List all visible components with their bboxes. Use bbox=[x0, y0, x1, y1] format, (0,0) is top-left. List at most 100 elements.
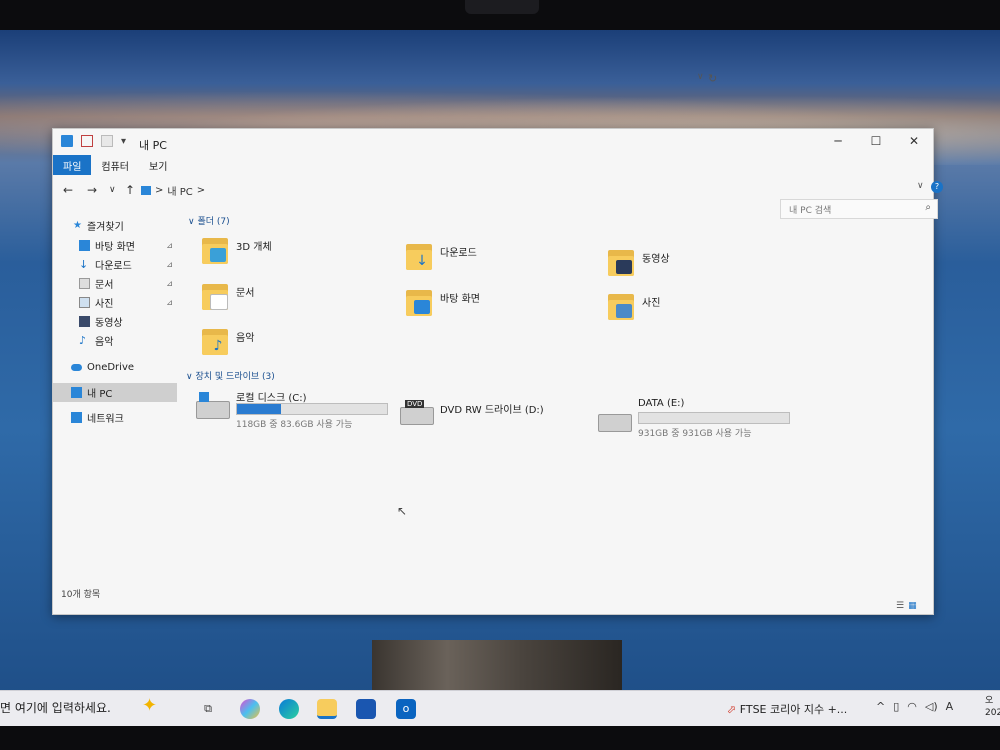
sidebar-label: 음악 bbox=[95, 337, 114, 348]
folder-3d-objects[interactable]: 3D 개체 bbox=[202, 236, 272, 264]
cloud-icon bbox=[71, 364, 82, 371]
large-icons-view-icon[interactable]: ▦ bbox=[908, 601, 917, 611]
refresh-button[interactable]: ↻ bbox=[708, 72, 717, 85]
window-title: 내 PC bbox=[139, 139, 167, 152]
desktop-icon bbox=[79, 240, 90, 251]
sidebar-item-downloads[interactable]: ↓ 다운로드 ⊿ bbox=[79, 255, 179, 274]
folder-downloads[interactable]: ↓ 다운로드 bbox=[406, 242, 477, 270]
tray-chevron-icon[interactable]: ^ bbox=[876, 700, 885, 713]
drive-usage-bar bbox=[236, 403, 388, 415]
sidebar-item-quick-access[interactable]: ★ 즐겨찾기 bbox=[73, 216, 197, 235]
edge-browser-icon[interactable] bbox=[279, 699, 299, 719]
sidebar-label: 동영상 bbox=[95, 318, 123, 329]
clock[interactable]: 오 2025 bbox=[985, 695, 1000, 719]
monitor-bezel-bottom bbox=[0, 726, 1000, 750]
pin-icon: ⊿ bbox=[166, 279, 173, 288]
desktop-folder-icon bbox=[406, 288, 432, 316]
recent-locations-button[interactable]: ∨ bbox=[109, 185, 116, 195]
status-item-count: 10개 항목 bbox=[61, 590, 101, 600]
sidebar-item-pictures[interactable]: 사진 ⊿ bbox=[79, 293, 179, 312]
tab-computer[interactable]: 컴퓨터 bbox=[91, 155, 139, 175]
taskbar-search-box[interactable]: 면 여기에 입력하세요. bbox=[0, 699, 111, 716]
tab-view[interactable]: 보기 bbox=[139, 155, 177, 175]
hard-drive-icon bbox=[598, 414, 632, 432]
sidebar-label: 네트워크 bbox=[87, 414, 124, 425]
forward-button[interactable]: → bbox=[87, 183, 97, 197]
downloads-folder-icon: ↓ bbox=[406, 242, 432, 270]
folders-group-header[interactable]: ∨ 폴더 (7) bbox=[188, 214, 230, 227]
pin-icon: ⊿ bbox=[166, 298, 173, 307]
close-button[interactable]: ✕ bbox=[895, 129, 933, 153]
pin-icon: ⊿ bbox=[166, 260, 173, 269]
sidebar-item-this-pc[interactable]: 내 PC bbox=[53, 383, 177, 402]
dvd-drive-icon: DVD bbox=[400, 400, 434, 425]
documents-folder-icon bbox=[202, 282, 228, 310]
outlook-icon[interactable]: o bbox=[396, 699, 416, 719]
window-controls: ─ ☐ ✕ bbox=[819, 129, 933, 153]
windows-drive-icon bbox=[196, 392, 230, 419]
drive-d[interactable]: DVD DVD RW 드라이브 (D:) bbox=[400, 399, 560, 429]
address-dropdown-icon[interactable]: ∨ bbox=[697, 72, 704, 82]
back-button[interactable]: ← bbox=[63, 183, 73, 197]
drive-e[interactable]: DATA (E:) 931GB 중 931GB 사용 가능 bbox=[598, 398, 798, 442]
customize-qa-dropdown-icon[interactable]: ▾ bbox=[121, 136, 126, 147]
minimize-button[interactable]: ─ bbox=[819, 129, 857, 153]
ime-indicator[interactable]: A bbox=[946, 700, 954, 713]
file-explorer-taskbar-icon[interactable] bbox=[317, 699, 337, 719]
folder-music[interactable]: ♪ 음악 bbox=[202, 327, 254, 355]
webcam bbox=[465, 0, 539, 14]
music-folder-icon: ♪ bbox=[202, 327, 228, 355]
chart-trend-icon: ⬀ bbox=[727, 703, 740, 716]
properties-icon[interactable] bbox=[81, 135, 93, 147]
tab-file[interactable]: 파일 bbox=[53, 155, 92, 175]
microsoft-store-icon[interactable] bbox=[356, 699, 376, 719]
picture-icon bbox=[79, 297, 90, 308]
videos-folder-icon bbox=[608, 248, 634, 276]
sidebar-item-music[interactable]: ♪ 음악 bbox=[79, 331, 179, 350]
this-pc-small-icon bbox=[61, 135, 73, 147]
download-icon: ↓ bbox=[79, 258, 89, 271]
title-bar[interactable]: ▾ 내 PC bbox=[53, 129, 933, 157]
details-view-icon[interactable]: ☰ bbox=[896, 601, 904, 611]
ribbon-tabs: 파일 컴퓨터 보기 bbox=[53, 155, 177, 175]
news-widget[interactable]: ⬀ FTSE 코리아 지수 +... bbox=[727, 701, 847, 717]
folder-videos[interactable]: 동영상 bbox=[608, 248, 670, 276]
taskbar: 면 여기에 입력하세요. ✦ ⧉ o ⬀ FTSE 코리아 지수 +... ^ … bbox=[0, 690, 1000, 727]
battery-icon[interactable]: ▯ bbox=[893, 700, 899, 713]
maximize-button[interactable]: ☐ bbox=[857, 129, 895, 153]
sidebar-label: OneDrive bbox=[87, 362, 135, 373]
sidebar-label: 바탕 화면 bbox=[95, 242, 135, 253]
drives-group-header[interactable]: ∨ 장치 및 드라이브 (3) bbox=[186, 369, 275, 382]
view-toggle: ☰ ▦ bbox=[896, 601, 992, 611]
up-button[interactable]: ↑ bbox=[125, 183, 135, 197]
address-bar[interactable]: > 내 PC > bbox=[141, 181, 755, 199]
sidebar-item-onedrive[interactable]: OneDrive bbox=[71, 358, 179, 377]
mouse-cursor-icon: ↖ bbox=[397, 504, 408, 518]
task-view-icon[interactable]: ⧉ bbox=[198, 699, 218, 719]
video-icon bbox=[79, 316, 90, 327]
pictures-folder-icon bbox=[608, 292, 634, 320]
new-folder-icon[interactable] bbox=[101, 135, 113, 147]
folder-desktop[interactable]: 바탕 화면 bbox=[406, 288, 480, 316]
address-chevron[interactable]: > bbox=[197, 185, 205, 196]
volume-icon[interactable]: ◁) bbox=[925, 700, 938, 713]
folder-documents[interactable]: 문서 bbox=[202, 282, 254, 310]
sidebar-label: 다운로드 bbox=[95, 261, 132, 272]
search-icon: ⌕ bbox=[925, 202, 931, 213]
3d-objects-icon bbox=[202, 236, 228, 264]
sidebar-item-desktop[interactable]: 바탕 화면 ⊿ bbox=[79, 236, 179, 255]
sidebar-label: 사진 bbox=[95, 299, 114, 310]
network-icon bbox=[71, 412, 82, 423]
search-input[interactable]: 내 PC 검색 ⌕ bbox=[780, 199, 938, 219]
copilot-sparkle-icon[interactable]: ✦ bbox=[142, 695, 157, 716]
drive-usage-bar bbox=[638, 412, 790, 424]
copilot-app-icon[interactable] bbox=[240, 699, 260, 719]
pin-icon: ⊿ bbox=[166, 241, 173, 250]
folder-pictures[interactable]: 사진 bbox=[608, 292, 660, 320]
drive-c[interactable]: 로컬 디스크 (C:) 118GB 중 83.6GB 사용 가능 bbox=[196, 389, 396, 433]
sidebar-item-videos[interactable]: 동영상 bbox=[79, 312, 179, 331]
wifi-icon[interactable]: ◠ bbox=[907, 700, 917, 713]
sidebar-item-documents[interactable]: 문서 ⊿ bbox=[79, 274, 179, 293]
address-item-this-pc[interactable]: 내 PC bbox=[167, 183, 192, 198]
sidebar-item-network[interactable]: 네트워크 bbox=[71, 408, 179, 427]
